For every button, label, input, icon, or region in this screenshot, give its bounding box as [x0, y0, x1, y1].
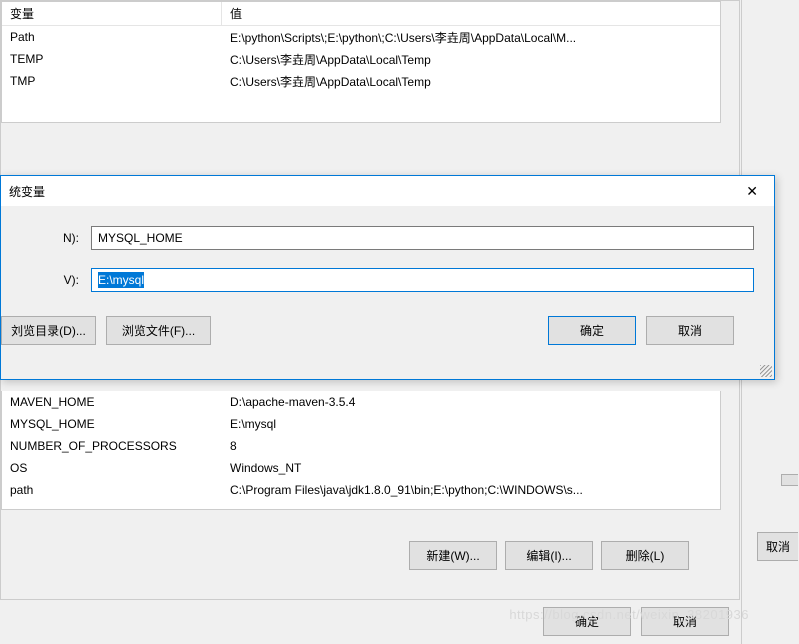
var-name: OS — [2, 461, 222, 475]
table-row[interactable]: Path E:\python\Scripts\;E:\python\;C:\Us… — [2, 26, 720, 48]
var-value: Windows_NT — [222, 461, 720, 475]
table-row[interactable]: NUMBER_OF_PROCESSORS 8 — [2, 435, 720, 457]
var-name: MAVEN_HOME — [2, 395, 222, 409]
table-row[interactable]: OS Windows_NT — [2, 457, 720, 479]
variable-name-input[interactable] — [91, 226, 754, 250]
ok-button[interactable]: 确定 — [548, 316, 636, 345]
var-name: Path — [2, 30, 222, 44]
variable-value-input[interactable]: E:\mysql — [91, 268, 754, 292]
table-header: 变量 值 — [2, 2, 720, 26]
partial-button[interactable] — [781, 474, 798, 486]
new-button[interactable]: 新建(W)... — [409, 541, 497, 570]
var-value: E:\python\Scripts\;E:\python\;C:\Users\李… — [222, 29, 720, 46]
browse-dir-button[interactable]: 刘览目录(D)... — [1, 316, 96, 345]
resize-grip-icon[interactable] — [760, 365, 772, 377]
header-variable[interactable]: 变量 — [2, 2, 222, 25]
dialog-titlebar: 统变量 ✕ — [1, 176, 774, 206]
table-row[interactable]: TMP C:\Users\李垚周\AppData\Local\Temp — [2, 70, 720, 92]
dialog-body: N): V): E:\mysql 刘览目录(D)... 浏览文件(F)... 确… — [1, 206, 774, 355]
partial-cancel-button[interactable]: 取消 — [757, 532, 798, 561]
table-row[interactable]: path C:\Program Files\java\jdk1.8.0_91\b… — [2, 479, 720, 501]
edit-variable-dialog: 统变量 ✕ N): V): E:\mysql 刘览目录(D)... 浏览文件(F… — [0, 175, 775, 380]
table-row[interactable]: MAVEN_HOME D:\apache-maven-3.5.4 — [2, 391, 720, 413]
delete-button[interactable]: 删除(L) — [601, 541, 689, 570]
var-value: 8 — [222, 439, 720, 453]
var-value: C:\Users\李垚周\AppData\Local\Temp — [222, 73, 720, 90]
var-name: TEMP — [2, 52, 222, 66]
var-name: TMP — [2, 74, 222, 88]
var-value: D:\apache-maven-3.5.4 — [222, 395, 720, 409]
value-label: V): — [1, 273, 91, 287]
table-row[interactable]: TEMP C:\Users\李垚周\AppData\Local\Temp — [2, 48, 720, 70]
name-label: N): — [1, 231, 91, 245]
value-field-row: V): E:\mysql — [1, 268, 754, 292]
var-name: NUMBER_OF_PROCESSORS — [2, 439, 222, 453]
user-vars-table: 变量 值 Path E:\python\Scripts\;E:\python\;… — [1, 1, 721, 123]
var-value: E:\mysql — [222, 417, 720, 431]
var-value: C:\Program Files\java\jdk1.8.0_91\bin;E:… — [222, 483, 720, 497]
dialog-button-row: 刘览目录(D)... 浏览文件(F)... 确定 取消 — [1, 310, 754, 345]
var-name: path — [2, 483, 222, 497]
watermark-text: https://blog.csdn.net/weixin_38201936 — [509, 607, 749, 622]
cancel-button[interactable]: 取消 — [646, 316, 734, 345]
browse-file-button[interactable]: 浏览文件(F)... — [106, 316, 211, 345]
name-field-row: N): — [1, 226, 754, 250]
var-value: C:\Users\李垚周\AppData\Local\Temp — [222, 51, 720, 68]
close-icon[interactable]: ✕ — [738, 179, 766, 204]
system-vars-table: MAVEN_HOME D:\apache-maven-3.5.4 MYSQL_H… — [1, 391, 721, 510]
table-row[interactable]: MYSQL_HOME E:\mysql — [2, 413, 720, 435]
var-name: MYSQL_HOME — [2, 417, 222, 431]
system-vars-buttons: 新建(W)... 编辑(I)... 删除(L) — [409, 541, 689, 570]
edit-button[interactable]: 编辑(I)... — [505, 541, 593, 570]
header-value[interactable]: 值 — [222, 5, 720, 22]
dialog-title: 统变量 — [9, 183, 45, 200]
